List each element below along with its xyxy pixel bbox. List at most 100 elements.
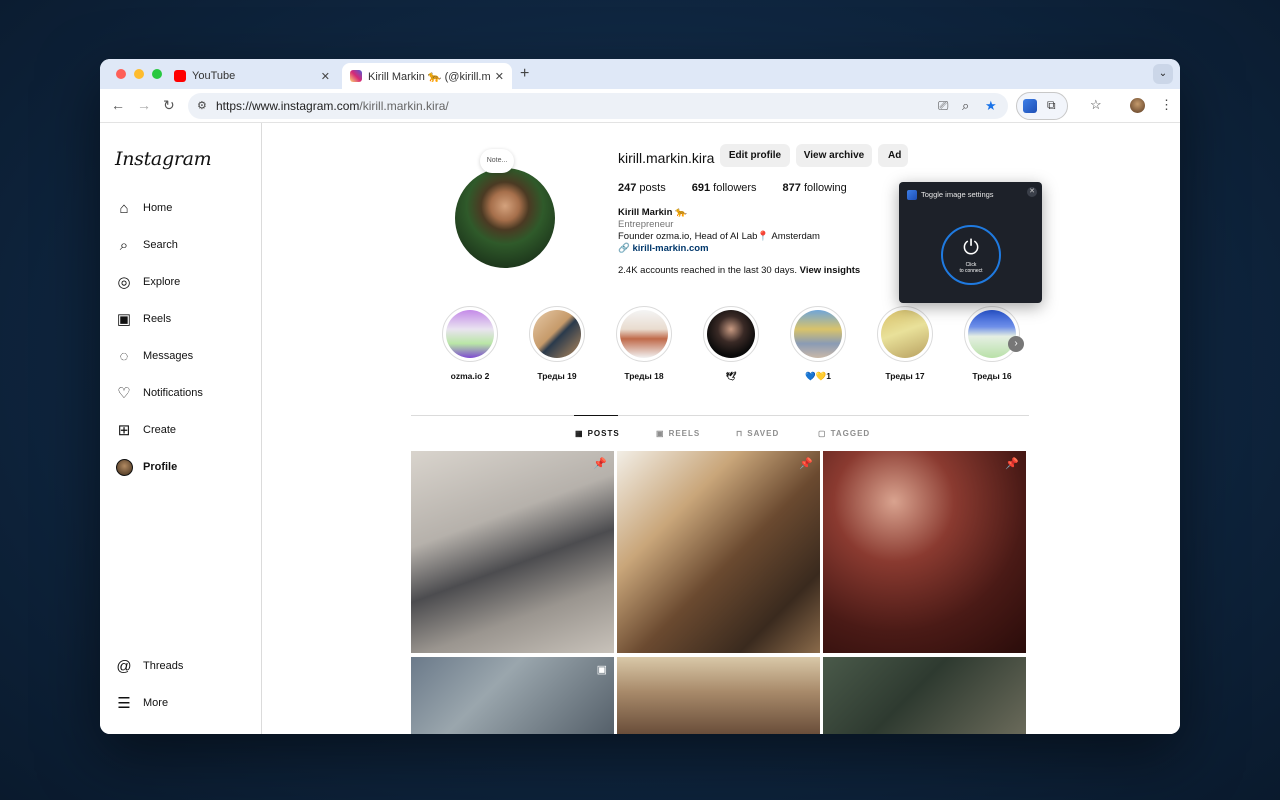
active-tab-indicator: [574, 415, 618, 416]
profile-username: kirill.markin.kira: [618, 150, 715, 166]
profile-link[interactable]: kirill-markin.com: [632, 243, 708, 254]
tab-strip: YouTube ✕ Kirill Markin 🐆 (@kirill.marki…: [100, 59, 1180, 89]
nav-reels[interactable]: ▣ Reels: [115, 310, 171, 328]
grid-icon: ▦: [575, 429, 584, 438]
nav-search[interactable]: ⌕ Search: [115, 236, 178, 254]
close-tab-icon[interactable]: ✕: [495, 70, 504, 83]
profile-avatar: [115, 458, 133, 476]
post-thumbnail[interactable]: [823, 657, 1026, 734]
messenger-icon: ◌: [119, 347, 129, 365]
active-extension-button[interactable]: ⧉: [1016, 92, 1068, 120]
nav-messages[interactable]: ◌ Messages: [115, 347, 194, 365]
cast-icon[interactable]: ⎚: [938, 98, 948, 114]
profile-category: Entrepreneur: [618, 219, 674, 230]
tab-instagram[interactable]: Kirill Markin 🐆 (@kirill.markin ✕: [342, 63, 512, 89]
post-thumbnail[interactable]: 📌: [823, 451, 1026, 653]
url-text[interactable]: https://www.instagram.com/kirill.markin.…: [216, 99, 449, 113]
post-thumbnail[interactable]: 📌: [411, 451, 614, 653]
plus-square-icon: ⊞: [117, 422, 131, 439]
highlight-item[interactable]: ozma.io 2: [440, 306, 500, 381]
new-tab-button[interactable]: +: [520, 65, 529, 83]
heart-icon: ♡: [117, 385, 131, 402]
instagram-logo[interactable]: Instagram: [115, 148, 212, 170]
bio-text: Founder ozma.io, Head of AI Lab📍 Amsterd…: [618, 231, 820, 242]
insights-summary: 2.4K accounts reached in the last 30 day…: [618, 265, 861, 276]
browser-menu-icon[interactable]: ⋮: [1160, 97, 1173, 113]
highlight-item[interactable]: 🕊: [701, 306, 761, 382]
tab-title: YouTube: [192, 70, 236, 82]
home-icon: ⌂: [119, 199, 129, 217]
tab-tagged[interactable]: ▢ TAGGED: [818, 429, 870, 438]
instagram-page: Instagram ⌂ Home ⌕ Search ◎ Explore ▣ Reels …: [100, 123, 1180, 734]
tab-reels[interactable]: ▣ REELS: [656, 429, 700, 438]
search-icon: ⌕: [119, 236, 129, 254]
browser-toolbar: ← → ↻ ⚙ https://www.instagram.com/kirill…: [100, 89, 1180, 123]
tab-title: Kirill Markin 🐆 (@kirill.markin: [368, 70, 490, 83]
post-thumbnail[interactable]: [617, 657, 820, 734]
profile-bio: Kirill Markin 🐆 Entrepreneur Founder ozm…: [618, 207, 820, 255]
browser-window: YouTube ✕ Kirill Markin 🐆 (@kirill.marki…: [100, 59, 1180, 734]
tag-icon: ▢: [818, 429, 827, 438]
image-toggle-extension-icon: [907, 190, 917, 200]
tab-posts[interactable]: ▦ POSTS: [575, 429, 620, 438]
address-bar[interactable]: ⚙ https://www.instagram.com/kirill.marki…: [188, 93, 1008, 119]
bookmark-star-icon[interactable]: ★: [985, 98, 997, 114]
threads-icon: @: [116, 657, 132, 675]
reading-list-icon[interactable]: ☆: [1090, 97, 1102, 113]
power-button-label: Click to connect: [959, 262, 983, 274]
nav-threads[interactable]: @ Threads: [115, 657, 183, 675]
reels-icon: ▣: [116, 311, 132, 328]
following-count[interactable]: 877 following: [783, 182, 847, 194]
tab-youtube[interactable]: YouTube ✕: [166, 63, 338, 89]
highlight-item[interactable]: 💙💛1: [788, 306, 848, 382]
power-icon: ⏻: [963, 237, 979, 259]
tab-search-button[interactable]: ⌄: [1153, 64, 1173, 84]
site-settings-icon[interactable]: ⚙: [197, 99, 207, 112]
extensions-icon[interactable]: ⧉: [1047, 98, 1056, 113]
nav-create[interactable]: ⊞ Create: [115, 421, 176, 439]
compass-icon: ◎: [117, 274, 131, 291]
ad-tools-button[interactable]: Ad: [878, 144, 908, 167]
nav-notifications[interactable]: ♡ Notifications: [115, 384, 203, 402]
post-thumbnail[interactable]: 📌: [617, 451, 820, 653]
reels-icon: ▣: [656, 429, 665, 438]
followers-count[interactable]: 691 followers: [692, 182, 757, 194]
view-archive-button[interactable]: View archive: [796, 144, 872, 167]
nav-explore[interactable]: ◎ Explore: [115, 273, 180, 291]
post-thumbnail[interactable]: ▣: [411, 657, 614, 734]
image-settings-popup: Toggle image settings ✕ ⏻ Click to conne…: [899, 182, 1042, 303]
close-tab-icon[interactable]: ✕: [321, 70, 330, 83]
forward-icon[interactable]: →: [137, 97, 151, 113]
highlight-item[interactable]: Треды 17: [875, 306, 935, 381]
back-icon[interactable]: ←: [111, 97, 125, 113]
close-icon[interactable]: ✕: [1027, 187, 1037, 197]
maximize-window-button[interactable]: [152, 69, 162, 79]
close-window-button[interactable]: [116, 69, 126, 79]
posts-count: 247 posts: [618, 182, 666, 194]
instagram-icon: [350, 70, 362, 82]
highlights-next-button[interactable]: ›: [1008, 336, 1024, 352]
minimize-window-button[interactable]: [134, 69, 144, 79]
link-icon: 🔗: [618, 243, 630, 254]
image-toggle-extension-icon: [1023, 99, 1037, 113]
profile-picture[interactable]: [455, 168, 555, 268]
browser-profile-avatar[interactable]: [1130, 98, 1145, 113]
edit-profile-button[interactable]: Edit profile: [720, 144, 790, 167]
note-bubble[interactable]: Note...: [480, 149, 514, 173]
nav-home[interactable]: ⌂ Home: [115, 199, 172, 217]
tabs-divider: [411, 415, 1029, 416]
highlight-item[interactable]: Треды 18: [614, 306, 674, 381]
zoom-icon[interactable]: ⌕: [962, 98, 969, 114]
menu-icon: ☰: [117, 695, 131, 712]
window-controls: [116, 69, 162, 79]
popup-title: Toggle image settings: [921, 190, 994, 199]
view-insights-link[interactable]: View insights: [800, 265, 861, 276]
highlight-item[interactable]: Треды 19: [527, 306, 587, 381]
nav-more[interactable]: ☰ More: [115, 694, 168, 712]
profile-full-name: Kirill Markin 🐆: [618, 207, 687, 218]
tab-saved[interactable]: ⊓ SAVED: [736, 429, 779, 438]
reload-icon[interactable]: ↻: [163, 97, 175, 114]
nav-profile[interactable]: Profile: [115, 458, 177, 476]
instagram-sidebar: Instagram ⌂ Home ⌕ Search ◎ Explore ▣ Reels …: [100, 123, 262, 734]
connect-power-button[interactable]: ⏻ Click to connect: [941, 225, 1001, 285]
